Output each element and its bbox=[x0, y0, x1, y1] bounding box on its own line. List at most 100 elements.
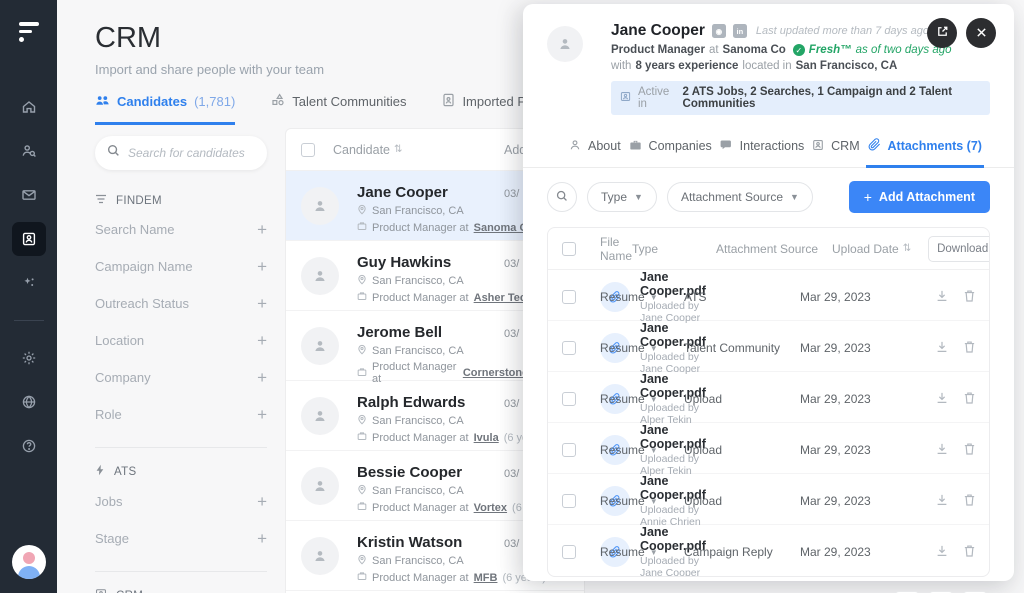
plus-icon[interactable]: + bbox=[257, 257, 267, 277]
trash-icon[interactable] bbox=[963, 493, 976, 510]
nav-home[interactable] bbox=[12, 90, 46, 124]
filter-section-header: FINDEM bbox=[95, 184, 267, 211]
download-icon[interactable] bbox=[935, 442, 949, 459]
close-button[interactable] bbox=[966, 18, 996, 48]
candidate-company-link[interactable]: Ivula bbox=[474, 432, 499, 444]
active-in-prefix: Active in bbox=[638, 86, 676, 110]
nav-contacts[interactable] bbox=[12, 222, 46, 256]
row-checkbox[interactable] bbox=[562, 341, 576, 355]
attachment-row[interactable]: Jane Cooper.pdf Uploaded by Alper Tekin … bbox=[548, 372, 989, 423]
candidate-company-link[interactable]: MFB bbox=[474, 572, 498, 584]
select-all-attachments-checkbox[interactable] bbox=[562, 242, 576, 256]
candidate-search[interactable] bbox=[95, 136, 267, 170]
profile-name: Jane Cooper bbox=[611, 22, 705, 40]
tab-attachments[interactable]: Attachments (7) bbox=[866, 129, 984, 168]
attachment-upload-date: Mar 29, 2023 bbox=[800, 392, 896, 406]
filter-item[interactable]: Stage + bbox=[95, 520, 267, 557]
row-checkbox[interactable] bbox=[562, 290, 576, 304]
attachment-search-button[interactable] bbox=[547, 182, 577, 212]
trash-icon[interactable] bbox=[963, 544, 976, 561]
attachment-type-dropdown[interactable]: Resume ▼ bbox=[600, 443, 684, 457]
attachment-row[interactable]: Jane Cooper.pdf Uploaded by Jane Cooper … bbox=[548, 321, 989, 372]
contact-card-icon bbox=[812, 139, 824, 154]
attachment-type-dropdown[interactable]: Resume ▼ bbox=[600, 545, 684, 559]
nav-help[interactable] bbox=[12, 429, 46, 463]
filter-item[interactable]: Campaign Name + bbox=[95, 248, 267, 285]
attachment-row[interactable]: Jane Cooper.pdf Uploaded by Jane Cooper … bbox=[548, 270, 989, 321]
tab-crm[interactable]: CRM bbox=[810, 129, 861, 168]
tab-interactions[interactable]: Interactions bbox=[718, 129, 807, 168]
nav-settings[interactable] bbox=[12, 341, 46, 375]
tab-companies[interactable]: Companies bbox=[627, 129, 714, 168]
attachment-type-dropdown[interactable]: Resume ▼ bbox=[600, 494, 684, 508]
linkedin-icon[interactable]: in bbox=[733, 24, 747, 38]
row-checkbox[interactable] bbox=[562, 545, 576, 559]
attachment-type-dropdown[interactable]: Resume ▼ bbox=[600, 290, 684, 304]
chevron-down-icon: ▼ bbox=[650, 293, 658, 302]
download-icon[interactable] bbox=[935, 289, 949, 306]
filter-item[interactable]: Search Name + bbox=[95, 211, 267, 248]
column-type: Type bbox=[632, 242, 716, 256]
plus-icon[interactable]: + bbox=[257, 529, 267, 549]
download-icon[interactable] bbox=[935, 391, 949, 408]
select-all-checkbox[interactable] bbox=[301, 143, 315, 157]
nav-ai-assist[interactable] bbox=[12, 266, 46, 300]
filter-item[interactable]: Company + bbox=[95, 359, 267, 396]
plus-icon[interactable]: + bbox=[257, 220, 267, 240]
candidate-company-link[interactable]: Vortex bbox=[474, 502, 507, 514]
sparkles-icon bbox=[21, 275, 37, 291]
download-icon[interactable] bbox=[935, 544, 949, 561]
filter-item[interactable]: Role + bbox=[95, 396, 267, 433]
sidebar bbox=[0, 0, 57, 593]
row-checkbox[interactable] bbox=[562, 392, 576, 406]
attachment-type-dropdown[interactable]: Resume ▼ bbox=[600, 341, 684, 355]
trash-icon[interactable] bbox=[963, 442, 976, 459]
plus-icon[interactable]: + bbox=[257, 294, 267, 314]
candidate-search-input[interactable] bbox=[128, 146, 255, 160]
column-candidate[interactable]: Candidate ⇅ bbox=[333, 143, 402, 157]
type-filter-dropdown[interactable]: Type ▼ bbox=[587, 182, 657, 212]
row-checkbox[interactable] bbox=[562, 443, 576, 457]
row-checkbox[interactable] bbox=[562, 494, 576, 508]
verified-check-icon: ✓ bbox=[793, 44, 805, 56]
findem-logo[interactable] bbox=[19, 22, 39, 42]
tab-about[interactable]: About bbox=[567, 129, 623, 168]
download-icon[interactable] bbox=[935, 340, 949, 357]
trash-icon[interactable] bbox=[963, 340, 976, 357]
nav-people-search[interactable] bbox=[12, 134, 46, 168]
plus-icon[interactable]: + bbox=[257, 405, 267, 425]
attachment-source: Talent Community bbox=[684, 341, 800, 355]
user-avatar[interactable] bbox=[12, 545, 46, 579]
filter-item[interactable]: Location + bbox=[95, 322, 267, 359]
attachment-row[interactable]: Jane Cooper.pdf Uploaded by Alper Tekin … bbox=[548, 423, 989, 474]
add-attachment-button[interactable]: + Add Attachment bbox=[849, 181, 990, 213]
filter-item[interactable]: Outreach Status + bbox=[95, 285, 267, 322]
column-upload-date[interactable]: Upload Date ⇅ bbox=[832, 242, 928, 256]
attachment-row[interactable]: Jane Cooper.pdf Uploaded by Jane Cooper … bbox=[548, 525, 989, 576]
trash-icon[interactable] bbox=[963, 391, 976, 408]
nav-globe[interactable] bbox=[12, 385, 46, 419]
download-all-button[interactable]: Download all bbox=[928, 236, 990, 262]
sort-icon: ⇅ bbox=[394, 144, 402, 155]
chevron-down-icon: ▼ bbox=[790, 192, 799, 202]
filter-section-findem: FINDEM Search Name + Campaign Name + Out… bbox=[95, 184, 267, 433]
globe-icon bbox=[21, 394, 37, 410]
filter-section-ats: ATS Jobs + Stage + bbox=[95, 447, 267, 557]
expand-button[interactable] bbox=[927, 18, 957, 48]
download-icon[interactable] bbox=[935, 493, 949, 510]
attachment-source-dropdown[interactable]: Attachment Source ▼ bbox=[667, 182, 813, 212]
tab-talent-communities[interactable]: Talent Communities bbox=[271, 93, 406, 125]
attachment-row[interactable]: Jane Cooper.pdf Uploaded by Annie Chrien… bbox=[548, 474, 989, 525]
plus-icon[interactable]: + bbox=[257, 492, 267, 512]
tab-label: Interactions bbox=[740, 139, 805, 153]
plus-icon[interactable]: + bbox=[257, 331, 267, 351]
attachments-table-header: File Name Type Attachment Source Upload … bbox=[548, 228, 989, 270]
trash-icon[interactable] bbox=[963, 289, 976, 306]
filter-item[interactable]: Jobs + bbox=[95, 483, 267, 520]
briefcase-icon bbox=[357, 431, 367, 444]
tab-candidates[interactable]: Candidates (1,781) bbox=[95, 93, 235, 125]
attachment-type-dropdown[interactable]: Resume ▼ bbox=[600, 392, 684, 406]
plus-icon[interactable]: + bbox=[257, 368, 267, 388]
nav-mail[interactable] bbox=[12, 178, 46, 212]
github-icon[interactable]: ◉ bbox=[712, 24, 726, 38]
